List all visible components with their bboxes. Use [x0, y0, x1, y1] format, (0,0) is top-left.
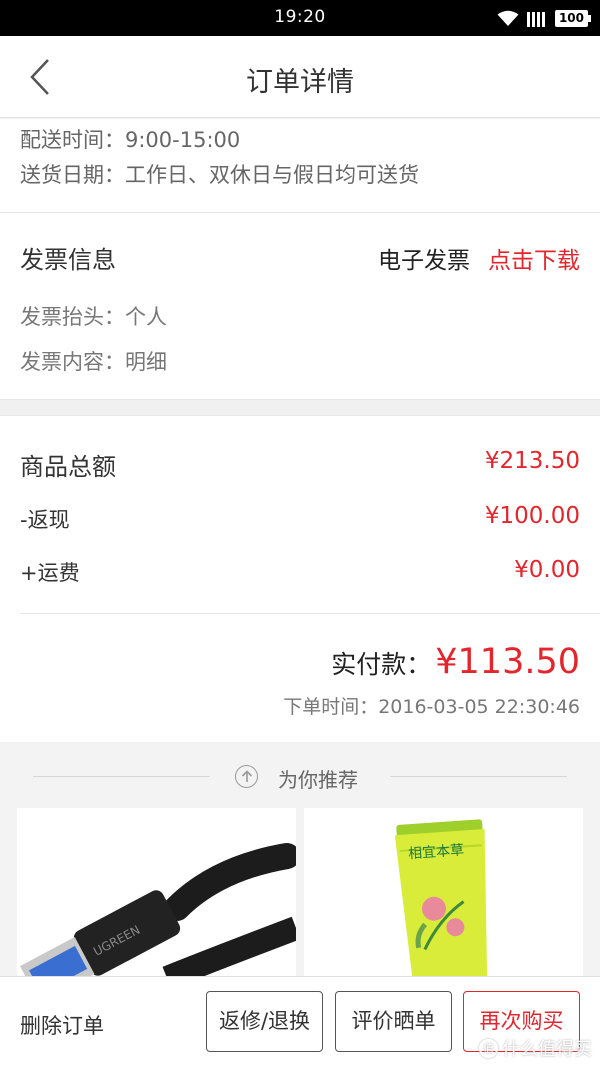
arrow-up-icon [235, 765, 258, 788]
recommend-title: 为你推荐 [278, 768, 358, 792]
return-exchange-button[interactable]: 返修/退换 [206, 991, 323, 1052]
goods-total-label: 商品总额 [20, 453, 116, 481]
invoice-header: 发票抬头：个人 [20, 305, 167, 329]
recommend-product-card[interactable]: UGREEN [17, 808, 296, 978]
invoice-type: 电子发票 [378, 248, 470, 274]
paid-row: 实付款： ¥113.50 [331, 642, 580, 682]
delete-order-button[interactable]: 删除订单 [20, 1010, 104, 1040]
app-header: 订单详情 [0, 36, 600, 118]
goods-total-amount: ¥213.50 [484, 448, 580, 474]
order-time: 下单时间：2016-03-05 22:30:46 [283, 696, 580, 718]
bottom-action-bar: 删除订单 返修/退换 评价晒单 再次购买 值 什么值得买 [0, 976, 600, 1067]
totals-section: 商品总额 ¥213.50 -返现 ¥100.00 +运费 ¥0.00 实付款： … [0, 416, 600, 742]
invoice-section: 发票信息 电子发票 点击下载 发票抬头：个人 发票内容：明细 [0, 213, 600, 399]
cashback-label: -返现 [20, 508, 70, 532]
watermark: 值 什么值得买 [479, 1035, 592, 1061]
review-button[interactable]: 评价晒单 [335, 991, 452, 1052]
status-bar: 19:20 100 [0, 0, 600, 36]
wifi-icon [497, 10, 519, 27]
shipping-label: +运费 [20, 561, 80, 585]
signal-icon [526, 10, 547, 27]
cashback-amount: ¥100.00 [484, 503, 580, 529]
battery-icon: 100 [554, 9, 592, 27]
delivery-date: 送货日期：工作日、双休日与假日均可送货 [20, 163, 419, 187]
recommend-line-right [390, 776, 567, 777]
paid-amount: ¥113.50 [435, 642, 580, 682]
invoice-download-link[interactable]: 点击下载 [488, 241, 580, 275]
delivery-section: 配送时间：9:00-15:00 送货日期：工作日、双休日与假日均可送货 [0, 119, 600, 213]
totals-divider [20, 613, 600, 614]
invoice-title: 发票信息 [20, 246, 116, 274]
invoice-content: 发票内容：明细 [20, 350, 167, 374]
recommend-header: 为你推荐 [0, 742, 600, 808]
paid-label: 实付款： [331, 650, 432, 679]
page-title: 订单详情 [246, 67, 354, 98]
status-icons: 100 [497, 9, 592, 27]
watermark-text: 什么值得买 [502, 1039, 592, 1060]
recommend-line-left [33, 776, 210, 777]
shipping-amount: ¥0.00 [514, 557, 580, 583]
recommend-product-card[interactable]: 相宜本草 [304, 808, 583, 978]
delivery-time: 配送时间：9:00-15:00 [20, 128, 241, 152]
hand-cream-image: 相宜本草 [304, 808, 583, 978]
watermark-logo-icon: 值 [479, 1038, 498, 1058]
section-divider [0, 399, 600, 416]
usb-cable-image: UGREEN [17, 808, 296, 978]
